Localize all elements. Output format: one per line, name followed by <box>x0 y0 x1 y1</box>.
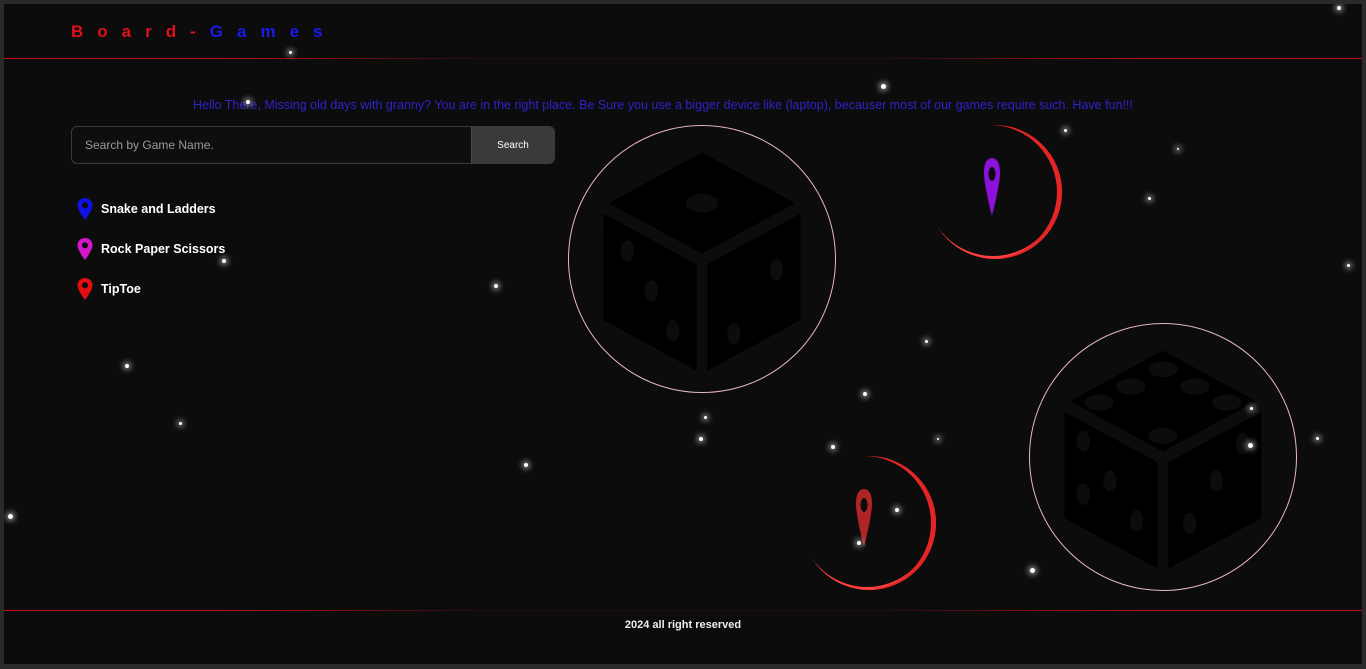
map-pin-icon <box>984 158 1000 216</box>
map-pin-icon <box>77 198 93 220</box>
game-item-snake-and-ladders[interactable]: Snake and Ladders <box>76 197 225 221</box>
star <box>857 541 861 545</box>
star <box>494 284 498 288</box>
star <box>1064 129 1067 132</box>
star <box>925 340 928 343</box>
games-list: Snake and Ladders Rock Paper Scissors Ti… <box>76 197 225 317</box>
star <box>125 364 129 368</box>
star <box>1248 443 1253 448</box>
star <box>222 259 226 263</box>
game-label: TipToe <box>101 282 141 296</box>
star <box>699 437 703 441</box>
game-item-tiptoe[interactable]: TipToe <box>76 277 225 301</box>
footer-text: 2024 all right reserved <box>624 619 742 631</box>
brand-logo[interactable]: Board-Games <box>71 22 337 42</box>
star <box>831 445 835 449</box>
star <box>8 514 13 519</box>
star <box>1316 437 1319 440</box>
orbit-ring <box>802 456 936 590</box>
map-pin-icon <box>77 278 93 300</box>
star <box>1337 6 1341 10</box>
dice-icon <box>1064 350 1262 569</box>
star <box>704 416 707 419</box>
star <box>881 84 886 89</box>
brand-separator: - <box>190 22 210 41</box>
star <box>246 100 250 104</box>
map-pin-icon <box>77 238 93 260</box>
page: Board-Games Hello There, Missing old day… <box>4 4 1362 664</box>
orbit-ring <box>928 125 1062 259</box>
search-bar: Search <box>71 126 555 164</box>
brand-part-2: Games <box>209 22 337 41</box>
header-divider <box>4 58 1362 59</box>
search-input[interactable] <box>72 127 471 163</box>
brand-part-1: Board <box>71 22 191 41</box>
star <box>1148 197 1151 200</box>
star <box>1030 568 1035 573</box>
star <box>863 392 867 396</box>
star <box>895 508 899 512</box>
game-label: Snake and Ladders <box>101 202 216 216</box>
dice-circle <box>568 125 836 393</box>
star <box>179 422 182 425</box>
game-item-rock-paper-scissors[interactable]: Rock Paper Scissors <box>76 237 225 261</box>
search-button[interactable]: Search <box>471 127 554 163</box>
map-pin-icon <box>856 489 872 547</box>
star <box>1177 148 1179 150</box>
star <box>524 463 528 467</box>
footer-divider <box>4 610 1362 611</box>
star <box>937 438 939 440</box>
game-label: Rock Paper Scissors <box>101 242 226 256</box>
dice-icon <box>603 152 801 371</box>
dice-circle <box>1029 323 1297 591</box>
star <box>1250 407 1253 410</box>
greeting-text: Hello There, Missing old days with grann… <box>193 98 1133 112</box>
star <box>289 51 292 54</box>
star <box>1347 264 1350 267</box>
